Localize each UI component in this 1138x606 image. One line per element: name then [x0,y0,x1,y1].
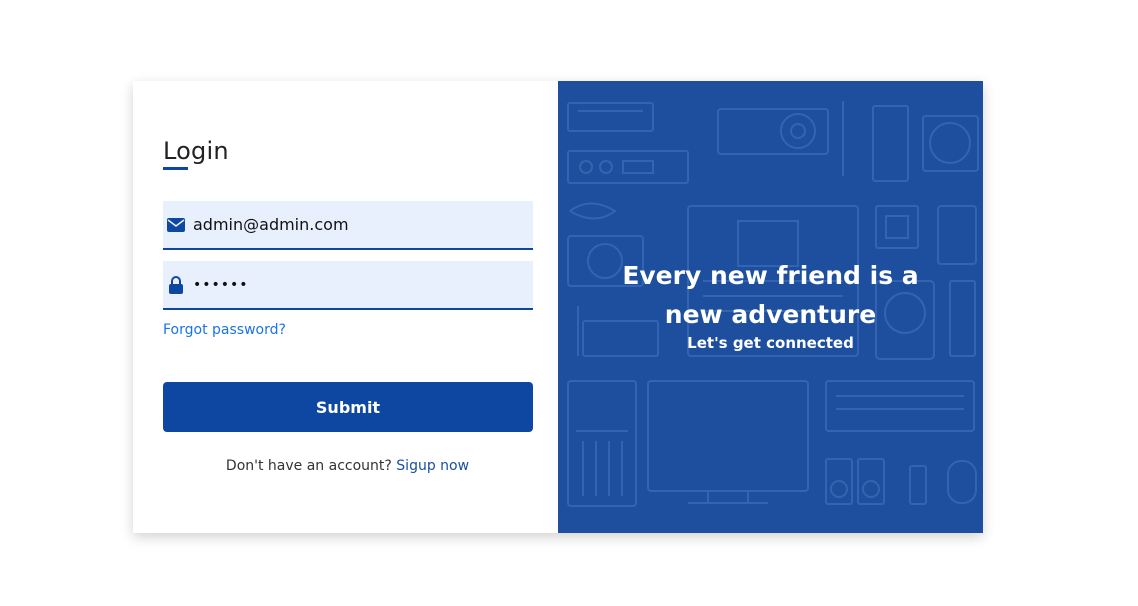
promo-heading-line1: Every new friend is a [622,261,919,290]
signup-link[interactable]: Sigup now [396,458,469,474]
promo-text: Every new friend is a new adventure Let'… [558,256,983,352]
lock-icon [167,275,185,294]
email-input[interactable] [193,215,523,234]
password-field[interactable] [163,261,533,310]
signup-row: Don't have an account? Sigup now [133,458,562,474]
submit-button[interactable]: Submit [163,382,533,432]
promo-panel: Every new friend is a new adventure Let'… [558,81,983,533]
title-underline [163,167,188,170]
signup-prompt: Don't have an account? [225,458,392,474]
envelope-icon [167,216,185,234]
password-input[interactable] [193,276,523,293]
promo-heading: Every new friend is a new adventure [558,256,983,334]
forgot-password-link[interactable]: Forgot password? [163,322,286,338]
login-card: Login Forgot password? Submit [133,81,983,533]
promo-subheading: Let's get connected [687,334,854,352]
login-panel: Login Forgot password? Submit [133,81,558,533]
email-field[interactable] [163,201,533,250]
promo-heading-line2: new adventure [664,300,877,329]
page-title: Login [163,137,229,165]
